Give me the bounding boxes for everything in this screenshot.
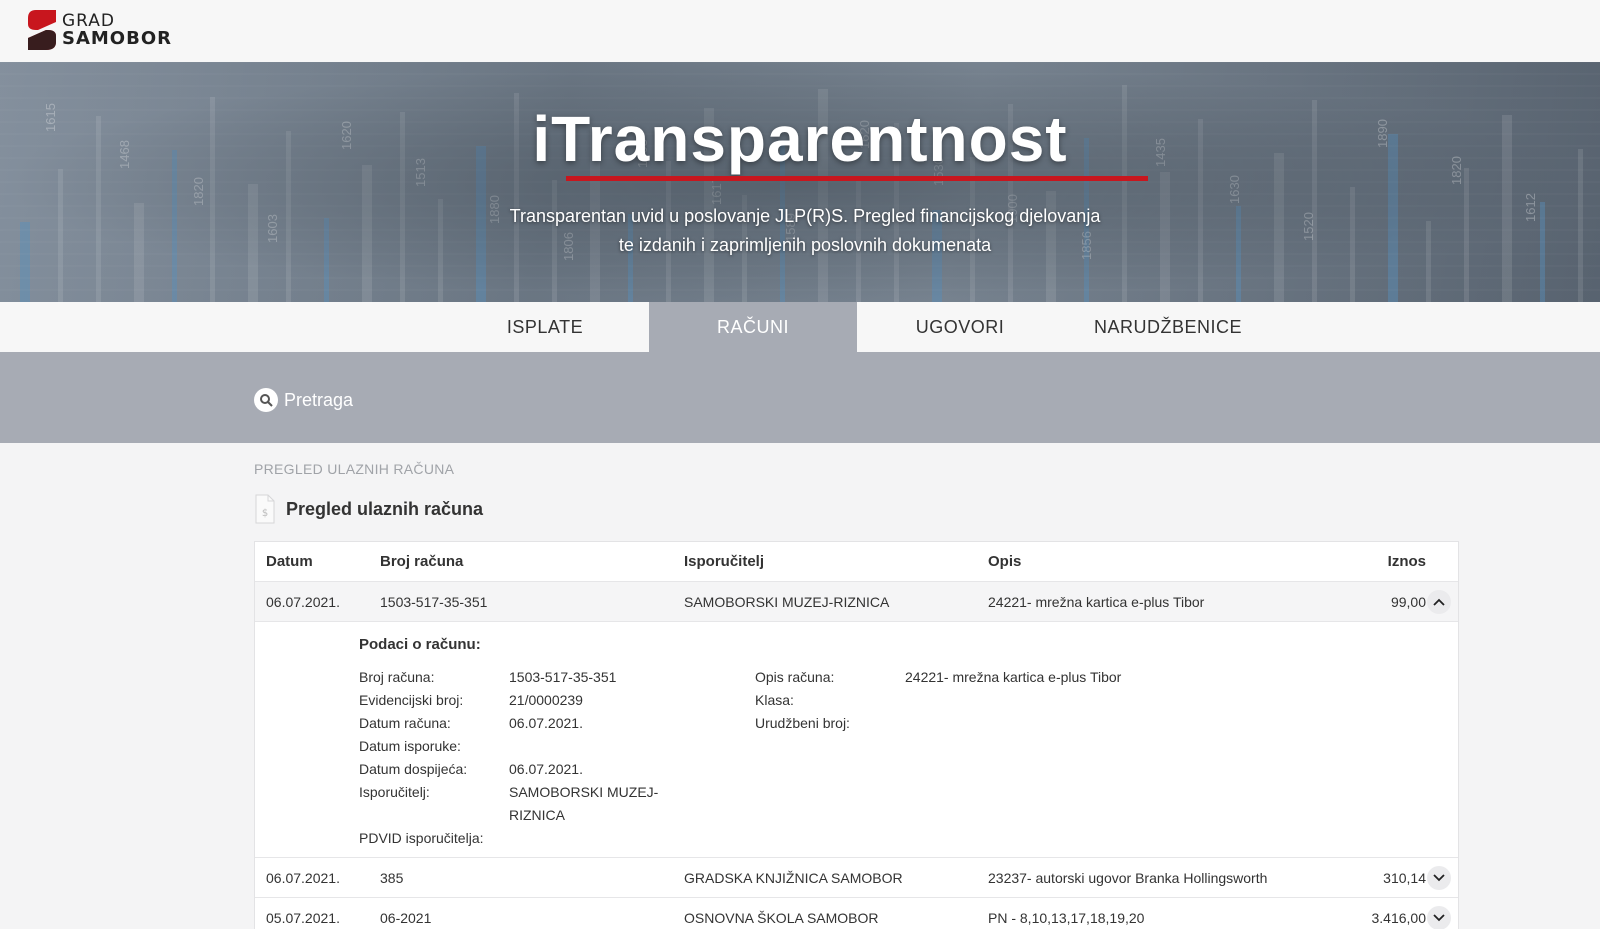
chevron-down-icon [1433, 874, 1445, 882]
value-urud [905, 712, 1205, 735]
chevron-down-icon [1433, 914, 1445, 922]
label-klasa: Klasa: [755, 692, 794, 708]
samobor-s-logo-icon [28, 10, 56, 50]
label-urud: Urudžbeni broj: [755, 715, 850, 731]
row-amount: 310,14 [1383, 870, 1426, 886]
row-supplier: GRADSKA KNJIŽNICA SAMOBOR [684, 870, 903, 886]
document-icon: $ [255, 494, 275, 524]
label-desc: Opis računa: [755, 669, 835, 685]
search-icon [254, 388, 278, 412]
detail-right-labels: Opis računa: Klasa: Urudžbeni broj: [755, 666, 905, 735]
row-description: PN - 8,10,13,17,18,19,20 [988, 910, 1145, 926]
row-toggle [1421, 858, 1457, 898]
row-amount: 3.416,00 [1371, 910, 1427, 926]
header-supplier[interactable]: Isporučitelj [684, 542, 974, 582]
detail-left-values: 1503-517-35-351 21/0000239 06.07.2021. 0… [509, 666, 689, 850]
value-date: 06.07.2021. [509, 715, 583, 731]
tab-isplate[interactable]: ISPLATE [441, 302, 649, 352]
hero-subtitle: Transparentan uvid u poslovanje JLP(R)S.… [509, 206, 1101, 255]
header-date[interactable]: Datum [266, 542, 366, 582]
label-vat: PDVID isporučitelja: [359, 830, 484, 846]
hero-veil [0, 62, 1600, 302]
header-description[interactable]: Opis [988, 542, 1268, 582]
hero-banner: 1615146818201603162015131880180616051617… [0, 62, 1600, 302]
hero-title: iTransparentnost [532, 103, 1068, 175]
tab-racuni[interactable]: RAČUNI [649, 302, 857, 352]
label-number: Broj računa: [359, 669, 435, 685]
section-header: $ Pregled ulaznih računa [254, 494, 483, 524]
section-title: Pregled ulaznih računa [286, 498, 484, 519]
table-row[interactable]: 06.07.2021. 385 GRADSKA KNJIŽNICA SAMOBO… [255, 858, 1458, 898]
logo-text: GRAD SAMOBOR [62, 12, 172, 48]
expand-row-button[interactable] [1427, 866, 1451, 890]
value-klasa [905, 689, 1205, 712]
top-bar: GRAD SAMOBOR [0, 0, 1600, 62]
table-row[interactable]: 06.07.2021. 1503-517-35-351 SAMOBORSKI M… [255, 582, 1458, 622]
row-toggle [1421, 582, 1457, 622]
value-number: 1503-517-35-351 [509, 669, 617, 685]
invoice-detail-panel: Podaci o računu: Broj računa: Evidencijs… [255, 622, 1458, 858]
row-amount: 99,00 [1390, 594, 1426, 610]
row-toggle [1421, 898, 1457, 929]
search-toggle[interactable]: Pretraga [254, 388, 353, 412]
hero-title-underline [566, 176, 1148, 181]
header-number[interactable]: Broj računa [380, 542, 670, 582]
value-vat [509, 827, 689, 850]
logo-line-2: SAMOBOR [62, 28, 172, 49]
detail-title: Podaci o računu: [359, 636, 481, 653]
value-supplier: SAMOBORSKI MUZEJ-RIZNICA [509, 784, 659, 823]
label-date: Datum računa: [359, 715, 451, 731]
header-amount[interactable]: Iznos [1305, 542, 1426, 582]
label-evid: Evidencijski broj: [359, 692, 464, 708]
svg-text:$: $ [262, 508, 268, 519]
invoices-table: Datum Broj računa Isporučitelj Opis Izno… [254, 541, 1459, 929]
search-label: Pretraga [284, 389, 354, 410]
row-number: 06-2021 [380, 910, 432, 926]
row-date: 05.07.2021. [266, 910, 340, 926]
row-date: 06.07.2021. [266, 594, 340, 610]
main-tabs: ISPLATE RAČUNI UGOVORI NARUDŽBENICE [0, 302, 1600, 352]
label-due: Datum dospijeća: [359, 761, 468, 777]
row-description: 24221- mrežna kartica e-plus Tibor [988, 594, 1205, 610]
label-supplier: Isporučitelj: [359, 784, 430, 800]
value-due: 06.07.2021. [509, 761, 583, 777]
tab-ugovori[interactable]: UGOVORI [856, 302, 1064, 352]
breadcrumb: PREGLED ULAZNIH RAČUNA [254, 461, 455, 477]
grad-samobor-logo[interactable]: GRAD SAMOBOR [26, 8, 172, 52]
table-header-row: Datum Broj računa Isporučitelj Opis Izno… [255, 542, 1458, 582]
label-spacer [359, 804, 509, 827]
row-supplier: OSNOVNA ŠKOLA SAMOBOR [684, 910, 879, 926]
table-row[interactable]: 05.07.2021. 06-2021 OSNOVNA ŠKOLA SAMOBO… [255, 898, 1458, 929]
row-date: 06.07.2021. [266, 870, 340, 886]
row-supplier: SAMOBORSKI MUZEJ-RIZNICA [684, 594, 890, 610]
row-number: 1503-517-35-351 [380, 594, 488, 610]
search-band: Pretraga [0, 352, 1600, 443]
value-evid: 21/0000239 [509, 692, 583, 708]
value-desc: 24221- mrežna kartica e-plus Tibor [905, 669, 1122, 685]
chevron-up-icon [1433, 598, 1445, 606]
detail-left-labels: Broj računa: Evidencijski broj: Datum ra… [359, 666, 509, 850]
tab-narudzbenice[interactable]: NARUDŽBENICE [1064, 302, 1272, 352]
collapse-row-button[interactable] [1427, 590, 1451, 614]
value-delivery [509, 735, 689, 758]
expand-row-button[interactable] [1427, 906, 1451, 929]
label-delivery: Datum isporuke: [359, 738, 461, 754]
row-number: 385 [380, 870, 404, 886]
row-description: 23237- autorski ugovor Branka Hollingswo… [988, 870, 1268, 886]
detail-right-values: 24221- mrežna kartica e-plus Tibor [905, 666, 1205, 735]
